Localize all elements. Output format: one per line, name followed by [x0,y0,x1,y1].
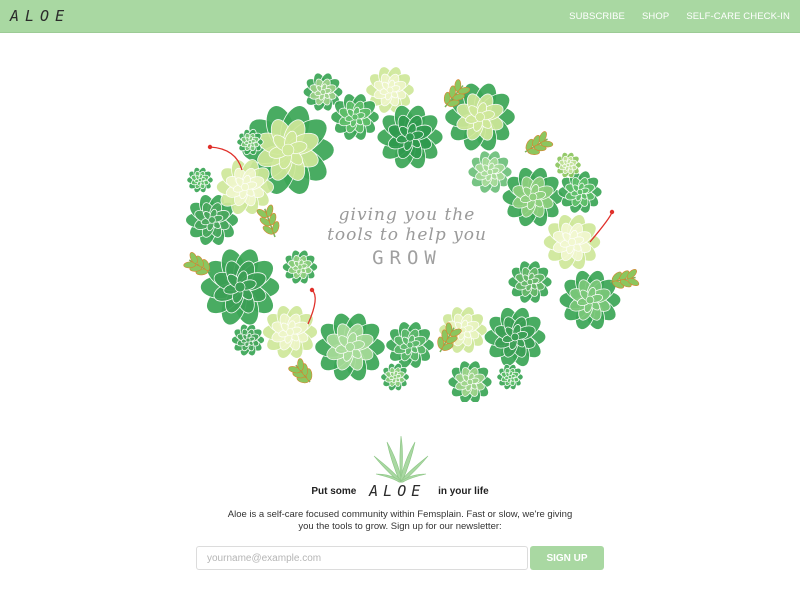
leafy-sprig-2 [524,131,554,155]
headline-aloe-wordmark: ALOE [369,482,426,500]
headline-in-your-life: in your life [438,486,489,497]
nav-self-care-check-in-link[interactable]: SELF-CARE CHECK-IN [686,11,790,22]
succulent-10 [543,214,601,270]
succulent-5 [376,104,444,170]
newsletter-email-input[interactable] [196,546,528,570]
tagline-line-2: tools to help you [327,224,487,245]
succulent-19 [231,323,265,357]
succulent-12 [507,260,553,304]
nav-shop-link[interactable]: SHOP [642,11,669,22]
nav-subscribe-link[interactable]: SUBSCRIBE [569,11,625,22]
headline-put-some: Put some [311,486,357,497]
succulent-17 [314,312,386,382]
tagline-line-1: giving you the [338,205,476,225]
intro-headline: Put some ALOE in your life [0,480,800,500]
hero-tagline: giving you the tools to help you GROW [312,205,502,270]
aloe-plant-icon [373,435,429,483]
leafy-sprig-7 [288,358,313,384]
aloe-logo[interactable]: ALOE [10,7,70,25]
succulent-24 [186,166,214,194]
intro-description: Aloe is a self-care focused community wi… [227,509,573,532]
top-navigation-bar: ALOE SUBSCRIBE SHOP SELF-CARE CHECK-IN [0,0,800,33]
sign-up-button[interactable]: SIGN UP [530,546,604,570]
main-nav: SUBSCRIBE SHOP SELF-CARE CHECK-IN [569,11,790,22]
succulent-11 [558,270,622,330]
succulent-7 [467,150,513,194]
succulent-13 [483,307,547,367]
succulent-16 [385,321,435,369]
succulent-27 [496,363,524,391]
leafy-sprig-3 [256,204,280,238]
tagline-line-3: GROW [372,247,442,270]
succulent-14 [447,360,493,404]
